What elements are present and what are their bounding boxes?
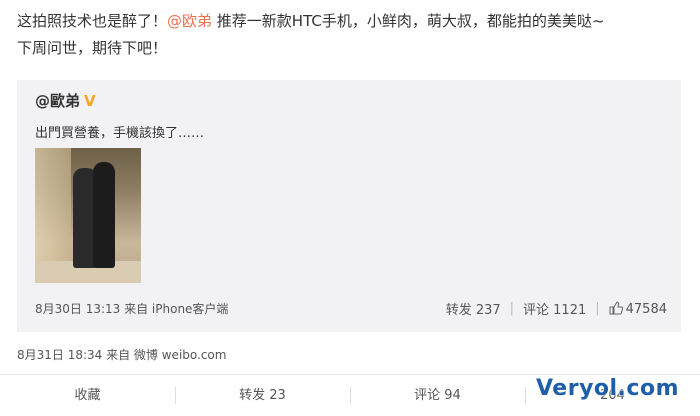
verified-v-icon: V — [84, 91, 96, 110]
repost-actions: 转发 237 | 评论 1121 | 47584 — [445, 299, 667, 318]
post-text-line2: 下周问世，期待下吧！ — [17, 39, 168, 57]
repost-like-count: 47584 — [625, 301, 667, 317]
watermark-logo: Veryol.com — [535, 376, 679, 401]
thumbs-up-icon — [609, 300, 623, 314]
mention-link[interactable]: @欧弟 — [167, 12, 212, 30]
collect-button[interactable]: 收藏 — [0, 375, 175, 416]
repost-forward-link[interactable]: 转发 237 — [446, 299, 501, 318]
repost-meta: 8月30日 13:13 来自 iPhone客户端 — [35, 302, 229, 316]
repost-author-name[interactable]: @歐弟 — [35, 90, 80, 111]
repost-text: 出門買營養，手機該換了…… — [35, 126, 205, 141]
repost-like-button[interactable]: 47584 — [609, 300, 667, 317]
forward-button[interactable]: 转发 23 — [175, 375, 350, 416]
repost-box: @歐弟 V 出門買營養，手機該換了…… 8月30日 13:13 来自 iPhon… — [17, 80, 681, 332]
repost-comment-link[interactable]: 评论 1121 — [523, 299, 586, 318]
post-text-suffix: 推荐一新款HTC手机，小鲜肉，萌大叔，都能拍的美美哒~ — [212, 12, 605, 30]
post-text: 这拍照技术也是醉了！@欧弟 推荐一新款HTC手机，小鲜肉，萌大叔，都能拍的美美哒… — [17, 8, 687, 62]
repost-author: @歐弟 V — [35, 90, 98, 111]
comment-button[interactable]: 评论 94 — [350, 375, 525, 416]
repost-photo[interactable] — [35, 148, 141, 283]
post-meta: 8月31日 18:34 来自 微博 weibo.com — [17, 348, 227, 362]
post-text-prefix: 这拍照技术也是醉了！ — [17, 12, 168, 30]
